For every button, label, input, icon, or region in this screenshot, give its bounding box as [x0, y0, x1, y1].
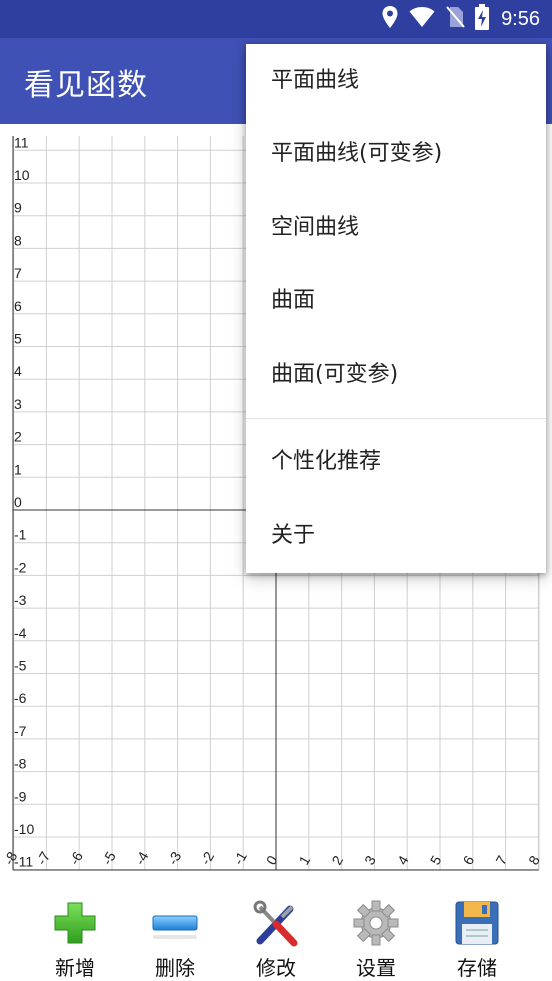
location-icon — [381, 5, 399, 33]
tools-icon — [252, 899, 300, 947]
status-bar: 9:56 — [0, 0, 552, 38]
status-icons: 9:56 — [381, 4, 540, 34]
y-tick-label: -8 — [14, 756, 27, 772]
x-tick-label: 6 — [460, 853, 478, 868]
add-icon — [51, 899, 99, 947]
battery-charging-icon — [475, 4, 490, 34]
settings-button[interactable]: 设置 — [331, 884, 421, 981]
y-tick-label: 10 — [14, 167, 30, 183]
x-tick-label: 5 — [427, 853, 445, 868]
y-tick-label: -10 — [14, 821, 34, 837]
x-tick-label: 8 — [525, 853, 543, 868]
x-tick-label: -1 — [230, 849, 250, 868]
gear-icon — [352, 899, 400, 947]
edit-label: 修改 — [256, 956, 296, 980]
y-tick-label: 9 — [14, 200, 22, 216]
x-tick-label: -6 — [66, 849, 86, 868]
x-tick-label: -3 — [164, 849, 184, 868]
y-tick-label: 4 — [14, 363, 22, 379]
y-tick-label: -3 — [14, 592, 27, 608]
no-sim-icon — [445, 5, 465, 33]
remove-icon — [151, 899, 199, 947]
menu-item-surface-param[interactable]: 曲面(可变参) — [246, 345, 546, 405]
x-tick-label: -5 — [99, 849, 119, 868]
status-time: 9:56 — [501, 7, 540, 30]
x-tick-label: 1 — [296, 853, 314, 868]
save-label: 存储 — [457, 956, 497, 980]
x-tick-label: -2 — [197, 849, 217, 868]
save-button[interactable]: 存储 — [432, 884, 522, 981]
y-tick-label: 6 — [14, 298, 22, 314]
overflow-menu: 平面曲线 平面曲线(可变参) 空间曲线 曲面 曲面(可变参) 个性化推荐 关于 — [246, 44, 546, 573]
y-tick-label: -4 — [14, 625, 27, 641]
menu-divider — [246, 418, 546, 419]
save-icon — [453, 899, 501, 947]
menu-item-space-curve[interactable]: 空间曲线 — [246, 198, 546, 258]
add-label: 新增 — [55, 956, 95, 980]
y-tick-label: 7 — [14, 265, 22, 281]
add-button[interactable]: 新增 — [30, 884, 120, 981]
menu-item-plane-curve[interactable]: 平面曲线 — [246, 51, 546, 111]
menu-item-about[interactable]: 关于 — [246, 506, 546, 566]
x-tick-label: 7 — [492, 853, 510, 868]
wifi-icon — [409, 6, 435, 32]
y-tick-label: 1 — [14, 461, 22, 477]
y-tick-label: -2 — [14, 559, 27, 575]
y-tick-label: -6 — [14, 690, 27, 706]
edit-button[interactable]: 修改 — [231, 884, 321, 981]
y-tick-label: -1 — [14, 527, 27, 543]
y-tick-label: -5 — [14, 658, 27, 674]
menu-item-surface[interactable]: 曲面 — [246, 271, 546, 331]
menu-item-recommend[interactable]: 个性化推荐 — [246, 432, 546, 492]
x-tick-label: 4 — [394, 853, 412, 868]
settings-label: 设置 — [356, 956, 396, 980]
y-tick-label: 0 — [14, 494, 22, 510]
delete-button[interactable]: 删除 — [130, 884, 220, 981]
y-tick-label: 8 — [14, 232, 22, 248]
y-tick-label: 3 — [14, 396, 22, 412]
delete-label: 删除 — [155, 956, 195, 980]
x-tick-label: 2 — [328, 853, 346, 868]
x-tick-label: -7 — [33, 849, 53, 868]
menu-item-plane-curve-param[interactable]: 平面曲线(可变参) — [246, 124, 546, 184]
bottom-toolbar: 新增 删除 修改 设置 存储 — [0, 884, 552, 981]
y-tick-label: 5 — [14, 331, 22, 347]
x-tick-label: 0 — [263, 853, 281, 868]
y-tick-label: 11 — [14, 134, 29, 150]
y-tick-label: 2 — [14, 429, 22, 445]
app-title: 看见函数 — [24, 68, 148, 103]
x-tick-label: -4 — [132, 849, 152, 868]
x-tick-label: 3 — [361, 853, 379, 868]
y-tick-label: -9 — [14, 788, 27, 804]
y-tick-label: -7 — [14, 723, 27, 739]
